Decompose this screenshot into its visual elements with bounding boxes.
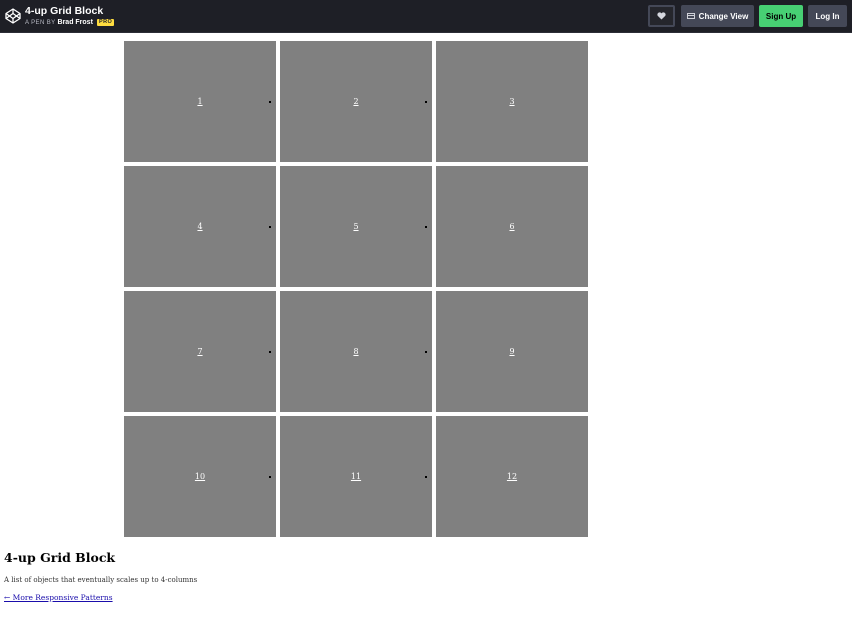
grid-item: 4 [124,166,276,287]
grid-item: 12 [436,416,588,537]
list-marker [425,101,427,103]
grid-item-link[interactable]: 6 [509,222,514,231]
sign-up-button[interactable]: Sign Up [759,5,803,27]
list-marker [269,226,271,228]
list-marker [425,226,427,228]
grid-item: 1 [124,41,276,162]
grid-item: 6 [436,166,588,287]
grid-item: 5 [280,166,432,287]
list-marker [425,476,427,478]
grid-item-link[interactable]: 12 [507,472,517,481]
grid-item: 8 [280,291,432,412]
grid-item-link[interactable]: 3 [509,97,514,106]
list-marker [269,101,271,103]
pattern-description: A list of objects that eventually scales… [4,576,198,584]
grid-item-link[interactable]: 7 [197,347,202,356]
grid-item: 3 [436,41,588,162]
author-link[interactable]: Brad Frost [58,19,93,26]
codepen-header: 4-up Grid Block A PEN BY Brad Frost PRO … [0,0,852,33]
grid-item: 7 [124,291,276,412]
codepen-logo-icon[interactable] [5,8,21,24]
grid-item: 11 [280,416,432,537]
grid-item: 10 [124,416,276,537]
grid-item-link[interactable]: 5 [353,222,358,231]
layout-icon [686,13,695,19]
grid-item: 2 [280,41,432,162]
list-marker [269,476,271,478]
change-view-label: Change View [698,11,749,21]
log-in-button[interactable]: Log In [808,5,847,27]
grid-item: 9 [436,291,588,412]
heart-icon [657,12,666,20]
grid-item-link[interactable]: 9 [509,347,514,356]
pen-byline: A PEN BY Brad Frost PRO [25,18,115,28]
pro-badge: PRO [97,19,115,26]
pen-title-block: 4-up Grid Block A PEN BY Brad Frost PRO [25,5,115,28]
more-patterns-link[interactable]: ← More Responsive Patterns [4,593,113,602]
grid-item-link[interactable]: 1 [197,97,202,106]
grid-item-link[interactable]: 4 [197,222,202,231]
grid-item-link[interactable]: 11 [351,472,361,481]
grid-item-link[interactable]: 10 [195,472,205,481]
pattern-title: 4-up Grid Block [4,550,116,565]
grid-block: 1 2 3 4 5 6 7 8 9 10 11 12 [124,41,588,537]
pen-title: 4-up Grid Block [25,5,104,17]
change-view-button[interactable]: Change View [681,5,754,27]
grid-item-link[interactable]: 8 [353,347,358,356]
love-button[interactable] [648,5,675,27]
byline-prefix: A PEN BY [25,20,56,26]
list-marker [269,351,271,353]
list-marker [425,351,427,353]
grid-item-link[interactable]: 2 [353,97,358,106]
